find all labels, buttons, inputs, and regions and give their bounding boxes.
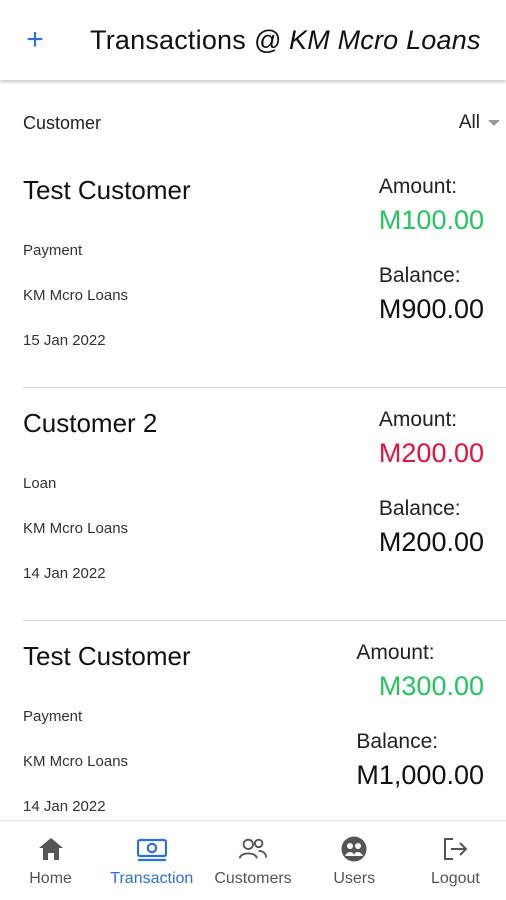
bottom-navigation: Home Transaction Customers Users Logout — [0, 820, 506, 900]
nav-item-users[interactable]: Users — [304, 821, 405, 900]
balance-value: M900.00 — [378, 294, 484, 324]
dropdown-caret-icon — [488, 120, 500, 126]
customer-filter-row: Customer All — [0, 100, 506, 146]
app-bar: + Transactions @ KM Mcro Loans — [0, 0, 506, 80]
transaction-type: Payment — [23, 708, 83, 725]
transaction-type: Loan — [23, 475, 57, 492]
nav-label: Home — [29, 869, 72, 887]
nav-item-customers[interactable]: Customers — [202, 821, 303, 900]
nav-label: Logout — [430, 869, 480, 887]
users-icon — [339, 834, 369, 864]
balance-label: Balance: — [378, 497, 461, 520]
organization-name: KM Mcro Loans — [23, 520, 129, 537]
amount-label: Amount: — [378, 175, 458, 198]
customer-name: Test Customer — [23, 641, 191, 671]
nav-item-home[interactable]: Home — [0, 821, 101, 900]
filter-selected-value: All — [458, 112, 480, 133]
home-icon — [36, 834, 66, 864]
balance-value: M200.00 — [378, 527, 484, 557]
customers-icon — [238, 834, 268, 864]
amount-value: M300.00 — [378, 671, 484, 701]
add-button[interactable]: + — [0, 0, 70, 80]
amount-label: Amount: — [356, 641, 435, 664]
nav-item-logout[interactable]: Logout — [405, 821, 506, 900]
amount-value: M100.00 — [378, 205, 484, 235]
customer-name: Customer 2 — [23, 408, 158, 438]
organization-name: KM Mcro Loans — [23, 753, 129, 770]
amount-block: Amount: M100.00 Balance: M900.00 — [379, 175, 484, 325]
nav-label: Users — [333, 869, 376, 887]
logout-icon — [440, 834, 470, 864]
nav-label: Transaction — [110, 869, 194, 887]
title-organization: @ KM Mcro Loans — [253, 24, 481, 55]
transaction-date: 14 Jan 2022 — [23, 565, 106, 582]
transaction-item[interactable]: Customer 2 Loan KM Mcro Loans 14 Jan 202… — [23, 388, 506, 621]
nav-item-transaction[interactable]: Transaction — [101, 821, 202, 900]
filter-label: Customer — [23, 112, 102, 133]
transaction-date: 14 Jan 2022 — [23, 798, 106, 815]
transaction-type: Payment — [23, 242, 83, 259]
page-title: Transactions @ KM Mcro Loans — [90, 25, 506, 56]
transaction-list[interactable]: Test Customer Payment KM Mcro Loans 15 J… — [0, 155, 506, 820]
amount-label: Amount: — [378, 408, 458, 431]
transaction-icon — [136, 834, 167, 864]
organization-name: KM Mcro Loans — [23, 287, 129, 304]
nav-label: Customers — [214, 869, 292, 887]
transaction-item[interactable]: Test Customer Payment KM Mcro Loans 15 J… — [23, 155, 506, 388]
title-text: Transactions — [90, 24, 254, 55]
amount-block: Amount: M300.00 Balance: M1,000.00 — [356, 641, 484, 791]
balance-label: Balance: — [378, 264, 461, 287]
transaction-item[interactable]: Test Customer Payment KM Mcro Loans 14 J… — [23, 621, 506, 820]
amount-value: M200.00 — [378, 438, 484, 468]
customer-filter-dropdown[interactable]: All — [459, 112, 506, 134]
amount-block: Amount: M200.00 Balance: M200.00 — [379, 408, 484, 558]
balance-label: Balance: — [356, 730, 439, 753]
balance-value: M1,000.00 — [356, 760, 484, 790]
transaction-date: 15 Jan 2022 — [23, 332, 106, 349]
customer-name: Test Customer — [23, 175, 191, 205]
